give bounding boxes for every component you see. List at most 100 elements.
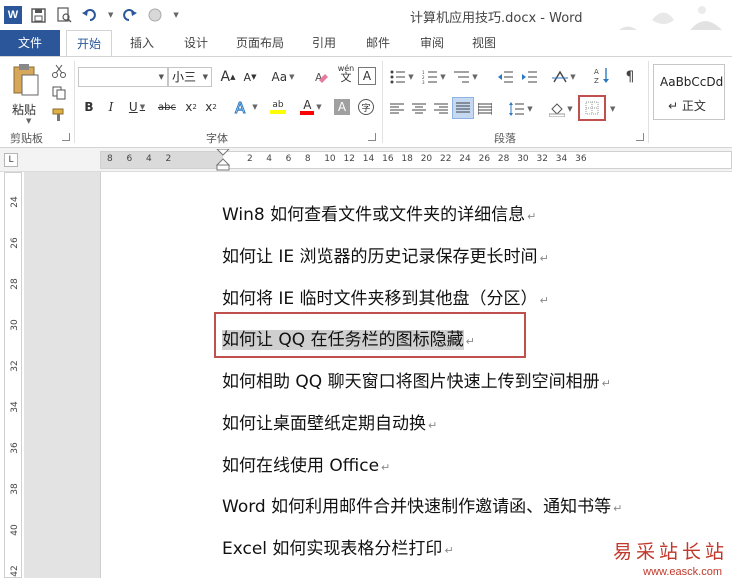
vertical-ruler-number: 34: [10, 401, 20, 413]
ruler-strip[interactable]: 8 6 4 2 2 4 6 8 10 12 14 16 18 20 22 24 26 28 30 32 34 36: [100, 149, 732, 171]
paste-dropdown-icon[interactable]: ▼: [26, 117, 31, 125]
window-title: 计算机应用技巧.docx - Word: [410, 11, 583, 26]
shading-button[interactable]: ▼: [546, 99, 576, 119]
text-effects-button[interactable]: A ▼: [232, 97, 260, 117]
distributed-icon[interactable]: [476, 99, 494, 119]
document-line[interactable]: Word 如何利用邮件合并快速制作邀请函、通知书等 ↵: [222, 492, 622, 517]
subscript-button[interactable]: x2: [182, 97, 200, 117]
tab-file[interactable]: 文件: [0, 30, 60, 56]
clipboard-launcher-icon[interactable]: [62, 133, 70, 141]
paragraph-launcher-icon[interactable]: [636, 133, 644, 141]
document-line[interactable]: Excel 如何实现表格分栏打印 ↵: [222, 534, 454, 559]
ruler-number: 24: [459, 154, 471, 164]
tab-insert[interactable]: 插入: [120, 30, 164, 56]
circle-icon[interactable]: [145, 5, 165, 25]
asian-layout-icon: [552, 70, 569, 83]
document-line[interactable]: 如何让 IE 浏览器的历史记录保存更长时间 ↵: [222, 242, 549, 267]
paragraph-mark-icon: ↵: [527, 210, 537, 223]
line-text: 如何相助 QQ 聊天窗口将图片快速上传到空间相册: [222, 372, 600, 392]
customize-qat-icon[interactable]: ▼: [173, 11, 178, 19]
enclose-characters-button[interactable]: 字: [356, 97, 376, 117]
strikethrough-button[interactable]: abc: [156, 97, 178, 117]
cut-icon[interactable]: [50, 61, 68, 81]
document-line[interactable]: 如何将 IE 临时文件夹移到其他盘（分区） ↵: [222, 284, 549, 309]
font-size-combo[interactable]: 小三 ▼: [168, 67, 212, 87]
numbering-button[interactable]: 1 2 3 ▼: [420, 67, 448, 87]
ruler-number: 16: [382, 154, 394, 164]
indent-marker-icon[interactable]: [216, 149, 230, 171]
ribbon-tabs: 文件 开始 插入 设计 页面布局 引用 邮件 审阅 视图: [0, 30, 732, 57]
ribbon-home: 粘贴 ▼ 剪贴板 ▼ 小三 ▼ A ▲ A ▼ Aa ▼ A wén 文 A B I U…: [0, 56, 732, 148]
style-normal[interactable]: AaBbCcDd ↵ 正文: [653, 64, 725, 120]
line-text: Word 如何利用邮件合并快速制作邀请函、通知书等: [222, 497, 612, 517]
superscript-button[interactable]: x2: [202, 97, 220, 117]
tab-selector[interactable]: L: [4, 153, 18, 167]
ruler-number: 26: [478, 154, 491, 164]
document-line[interactable]: 如何相助 QQ 聊天窗口将图片快速上传到空间相册 ↵: [222, 367, 611, 392]
change-case-button[interactable]: Aa ▼: [268, 67, 298, 87]
tab-design[interactable]: 设计: [174, 30, 218, 56]
bold-button[interactable]: B: [80, 97, 98, 117]
save-icon[interactable]: [28, 5, 48, 25]
redo-icon[interactable]: [119, 5, 139, 25]
justify-icon[interactable]: [452, 97, 474, 119]
borders-button[interactable]: [578, 95, 606, 121]
ruler-number: 6: [285, 154, 292, 164]
decrease-indent-icon[interactable]: [496, 67, 516, 87]
underline-button[interactable]: U ▼: [124, 97, 150, 117]
align-right-icon[interactable]: [432, 99, 450, 119]
tab-home[interactable]: 开始: [66, 30, 112, 57]
ruler-number: 30: [517, 154, 529, 164]
tab-mailings[interactable]: 邮件: [356, 30, 400, 56]
font-name-combo[interactable]: ▼: [78, 67, 168, 87]
shrink-font-button[interactable]: A ▼: [240, 67, 260, 87]
font-launcher-icon[interactable]: [368, 133, 376, 141]
asian-layout-button[interactable]: ▼: [550, 67, 578, 87]
copy-icon[interactable]: [50, 83, 68, 103]
tab-view[interactable]: 视图: [462, 30, 506, 56]
print-preview-icon[interactable]: [54, 5, 74, 25]
bullets-button[interactable]: ▼: [388, 67, 416, 87]
style-name: ↵ 正文: [668, 99, 706, 113]
font-size-dropdown-icon[interactable]: ▼: [203, 68, 208, 86]
align-center-icon[interactable]: [410, 99, 428, 119]
character-border-button[interactable]: A: [358, 67, 376, 85]
ruler-number: 12: [343, 154, 355, 164]
increase-indent-icon[interactable]: [520, 67, 540, 87]
format-painter-icon[interactable]: [50, 105, 68, 125]
ruler-number: 34: [555, 154, 568, 164]
clear-formatting-icon[interactable]: A: [312, 67, 332, 87]
font-group-label: 字体: [206, 132, 228, 145]
document-line[interactable]: Win8 如何查看文件或文件夹的详细信息 ↵: [222, 200, 536, 225]
undo-icon[interactable]: [80, 5, 100, 25]
undo-dropdown-icon[interactable]: ▼: [108, 11, 113, 19]
phonetic-guide-button[interactable]: wén 文: [336, 63, 356, 83]
subscript-letter: x: [185, 100, 193, 114]
multilevel-list-button[interactable]: ▼: [452, 67, 480, 87]
show-hide-marks-icon[interactable]: ¶: [620, 67, 640, 87]
grow-font-button[interactable]: A ▲: [218, 67, 238, 87]
tab-references[interactable]: 引用: [302, 30, 346, 56]
character-shading-button[interactable]: A: [334, 99, 350, 115]
enclose-characters-label: 字: [358, 99, 374, 115]
sort-icon[interactable]: AZ: [592, 65, 612, 85]
ruler-number: 18: [401, 154, 413, 164]
font-color-button[interactable]: A ▼: [296, 97, 326, 117]
document-line[interactable]: 如何让桌面壁纸定期自动换 ↵: [222, 409, 437, 434]
font-name-dropdown-icon[interactable]: ▼: [159, 68, 164, 86]
highlight-button[interactable]: ab: [264, 97, 292, 117]
paragraph-mark-icon: ↵: [444, 544, 454, 557]
vertical-ruler-number: 38: [10, 483, 20, 495]
tab-review[interactable]: 审阅: [410, 30, 454, 56]
ruler-number: 32: [536, 154, 548, 164]
borders-dropdown-icon[interactable]: ▼: [610, 105, 615, 113]
align-left-icon[interactable]: [388, 99, 406, 119]
italic-button[interactable]: I: [102, 97, 120, 117]
paste-button[interactable]: 粘贴 ▼: [8, 63, 46, 125]
document-line[interactable]: 如何在线使用 Office ↵: [222, 451, 390, 476]
ruler-number: 10: [324, 154, 336, 164]
ruler-number: 2: [247, 154, 253, 164]
line-spacing-button[interactable]: ▼: [506, 99, 536, 119]
tab-layout[interactable]: 页面布局: [228, 30, 292, 56]
word-logo-icon[interactable]: W: [4, 6, 22, 24]
